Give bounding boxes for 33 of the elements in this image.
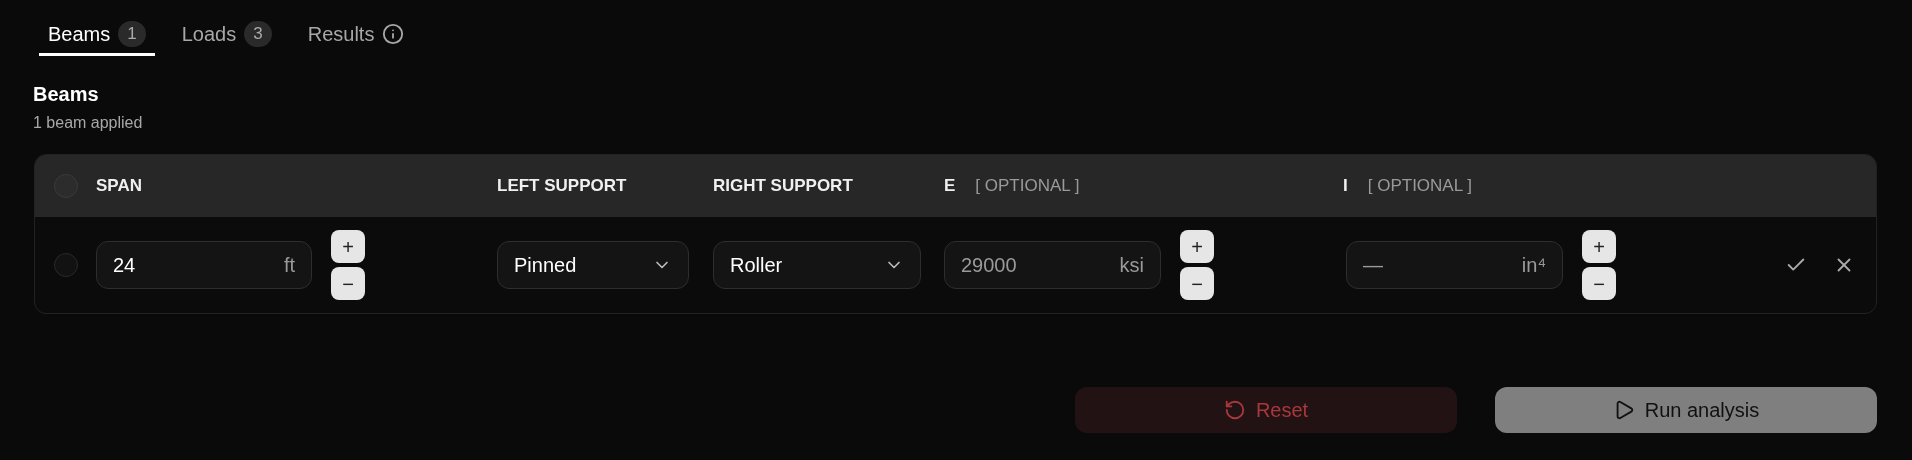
- column-header: SPAN: [96, 175, 142, 198]
- number-field[interactable]: — in⁴: [1346, 241, 1563, 289]
- column-header: RIGHT SUPPORT: [713, 175, 853, 198]
- tab[interactable]: Loads 3: [172, 14, 281, 56]
- increment-button[interactable]: +: [331, 230, 365, 263]
- number-input[interactable]: —: [1363, 250, 1483, 280]
- number-input[interactable]: 29000: [961, 250, 1081, 280]
- support-dropdown[interactable]: Pinned: [497, 241, 689, 289]
- unit-label: ft: [283, 253, 295, 278]
- count-badge: 1: [118, 20, 146, 47]
- increment-button[interactable]: +: [1180, 230, 1214, 263]
- increment-button[interactable]: +: [1582, 230, 1616, 263]
- column-header: LEFT SUPPORT: [497, 175, 627, 198]
- count-badge: 3: [244, 20, 272, 47]
- unit-label: in⁴: [1521, 253, 1546, 278]
- optional-hint: [ OPTIONAL ]: [1367, 175, 1472, 198]
- tab[interactable]: Results: [298, 14, 414, 56]
- column-header: E: [944, 175, 956, 198]
- section-subtitle: 1 beam applied: [33, 113, 144, 133]
- reset-icon: [1223, 399, 1246, 421]
- column-header: I: [1343, 175, 1348, 198]
- section-title: Beams: [33, 82, 100, 107]
- decrement-button[interactable]: −: [1582, 267, 1616, 300]
- number-input[interactable]: 24: [113, 250, 233, 280]
- number-field[interactable]: 29000 ksi: [944, 241, 1161, 289]
- decrement-button[interactable]: −: [331, 267, 365, 300]
- tab[interactable]: Beams 1: [39, 14, 155, 56]
- row-checkbox[interactable]: [53, 253, 78, 277]
- number-field[interactable]: 24 ft: [96, 241, 312, 289]
- decrement-button[interactable]: −: [1180, 267, 1214, 300]
- optional-hint: [ OPTIONAL ]: [975, 175, 1080, 198]
- support-dropdown[interactable]: Roller: [713, 241, 921, 289]
- unit-label: ksi: [1119, 253, 1144, 278]
